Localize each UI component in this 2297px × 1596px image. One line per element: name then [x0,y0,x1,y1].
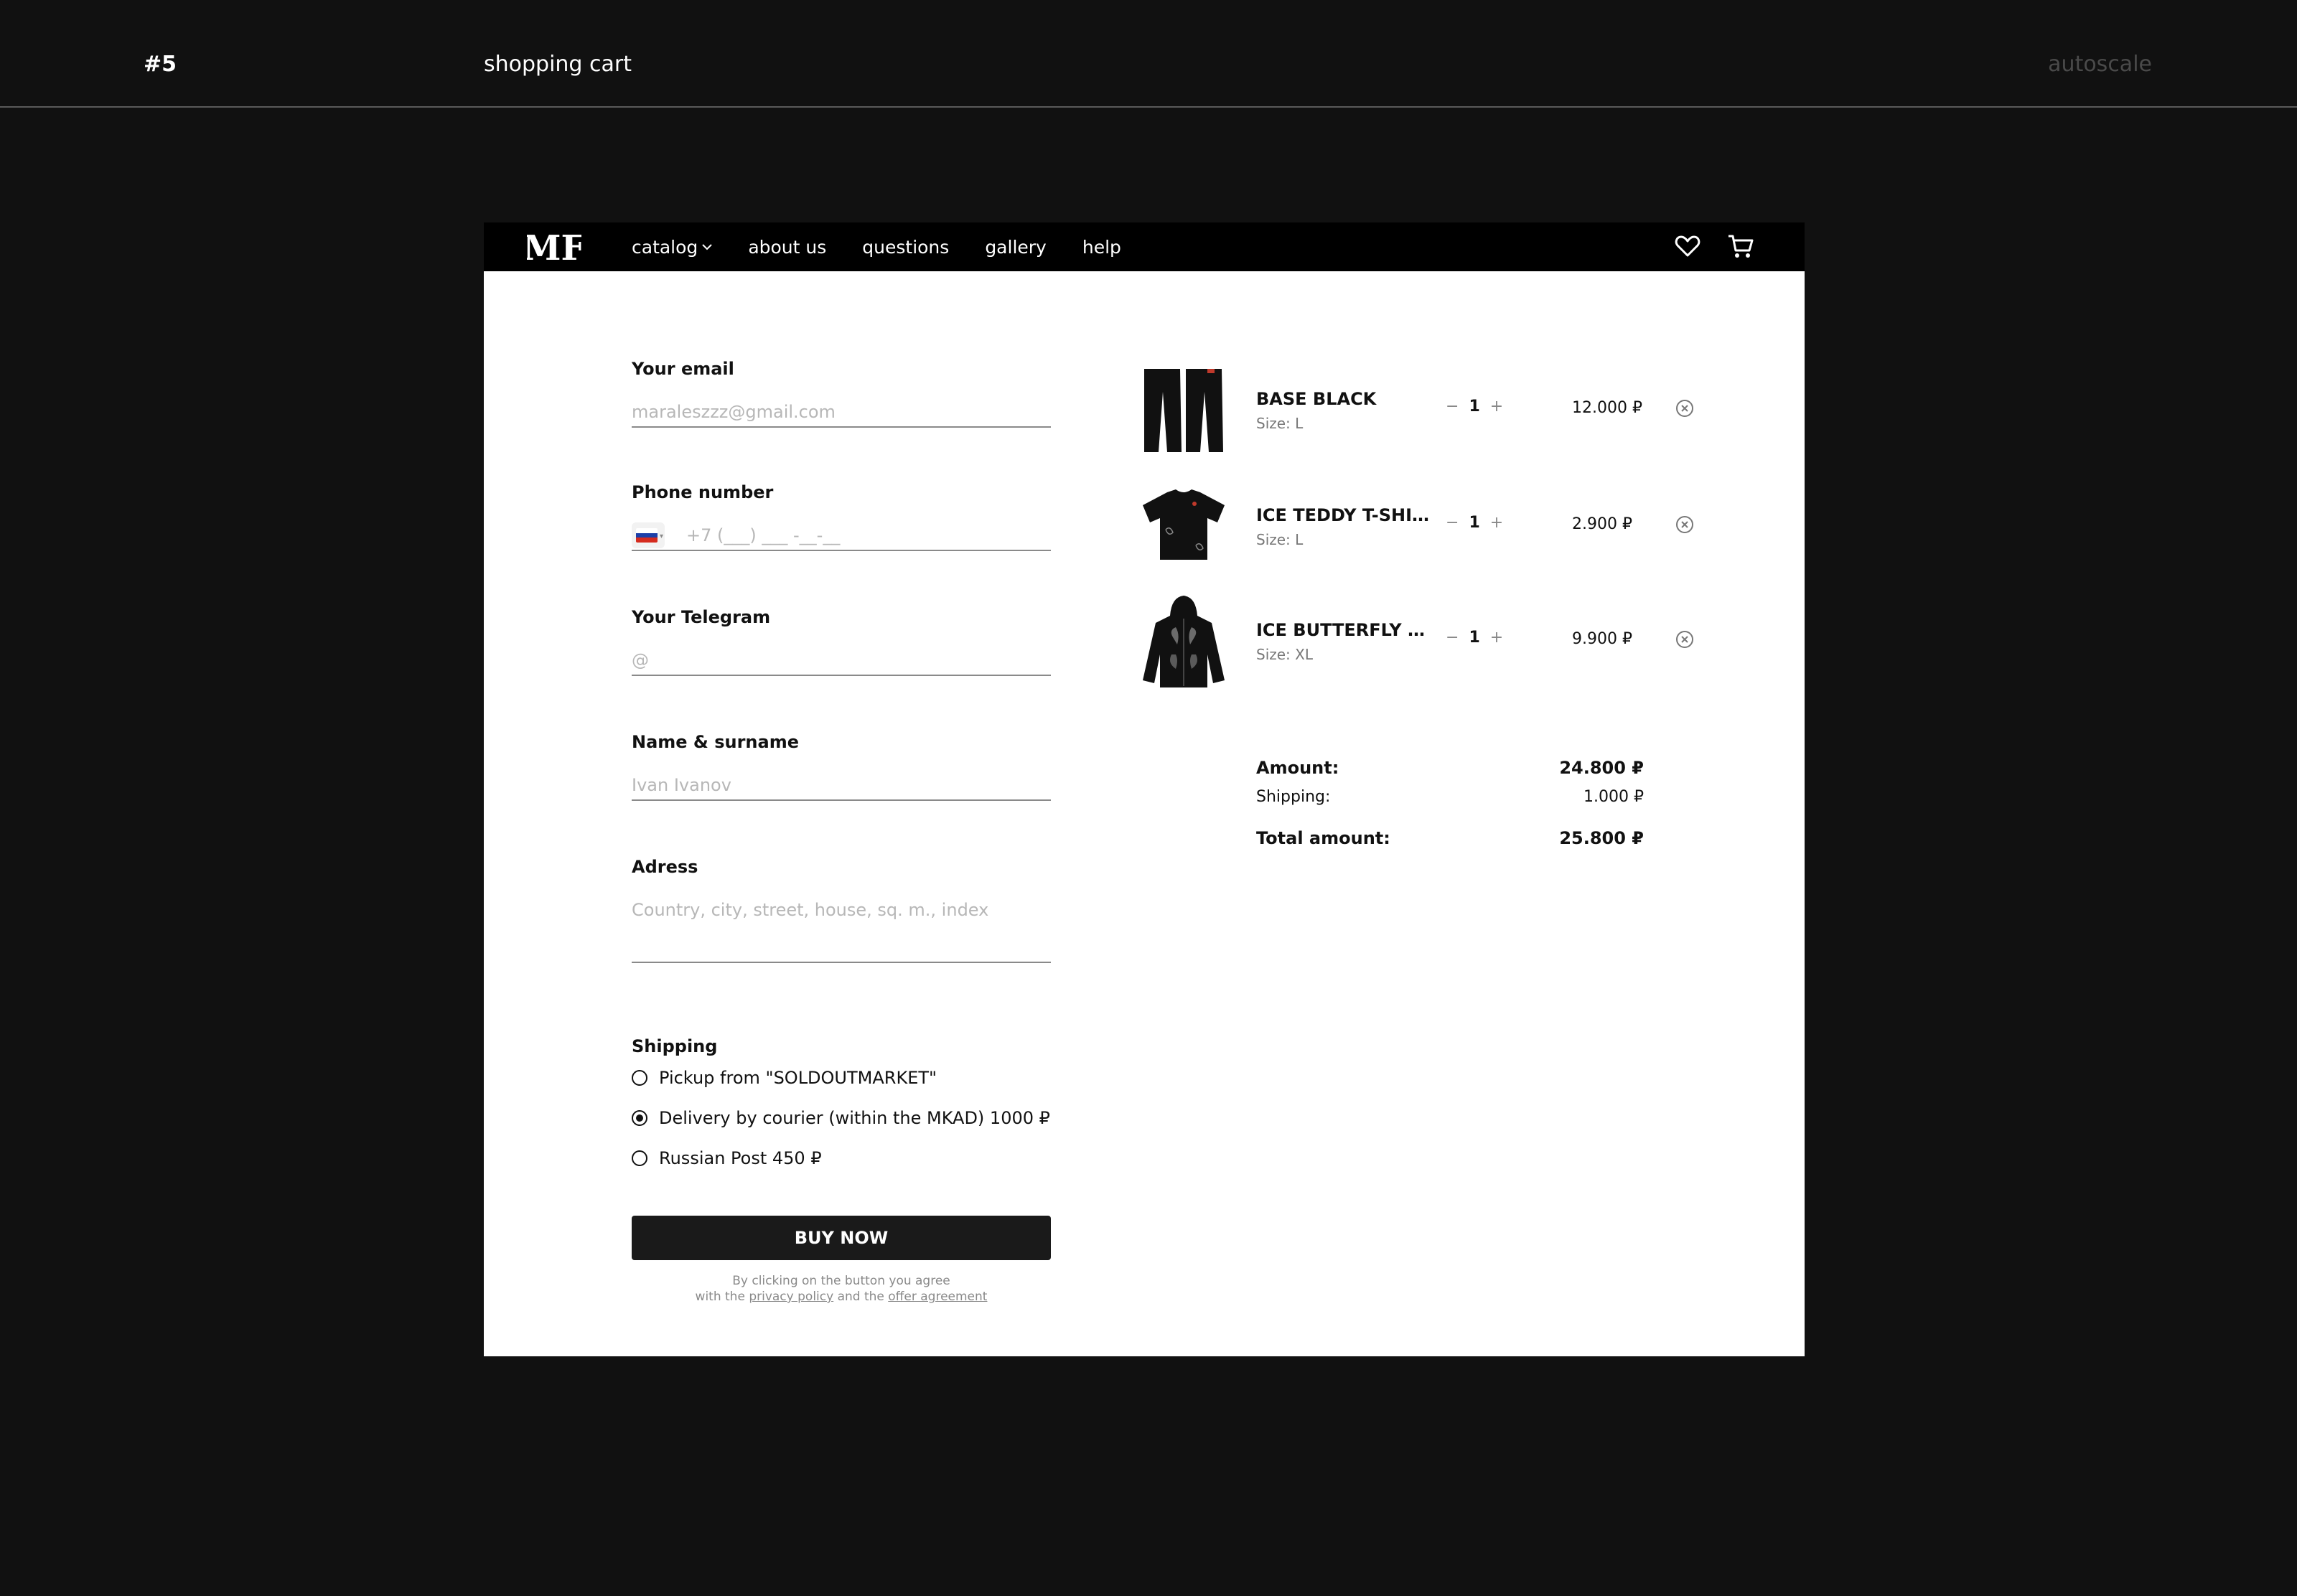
nav-questions[interactable]: questions [862,237,949,258]
item-quantity: 1 [1469,398,1480,416]
agreement-and: and the [837,1290,884,1304]
plus-icon[interactable]: + [1490,629,1503,647]
caret-down-icon: ▾ [659,532,663,540]
quantity-stepper: − 1 + [1446,629,1503,647]
plus-icon[interactable]: + [1490,398,1503,416]
telegram-label: Your Telegram [632,607,771,627]
shipping-option-post[interactable]: Russian Post 450 ₽ [632,1148,822,1168]
chevron-down-icon [702,244,713,250]
slide-tag: autoscale [2048,52,2152,77]
amount-label: Amount: [1256,758,1339,778]
name-field[interactable] [632,771,1051,799]
cart-item: ICE BUTTERFLY I... Size: XL − 1 + 9.900 … [1140,594,1714,687]
email-field[interactable] [632,398,1051,426]
amount-row: Amount: 24.800 ₽ [1256,758,1644,778]
shipping-option-label: Delivery by courier (within the MKAD) 10… [659,1108,1050,1128]
telegram-field[interactable] [632,646,1051,675]
total-label: Total amount: [1256,828,1390,848]
quantity-stepper: − 1 + [1446,514,1503,532]
item-price: 12.000 ₽ [1572,399,1642,417]
address-field-wrap [632,896,1051,963]
heart-icon[interactable] [1673,231,1703,261]
item-name: ICE BUTTERFLY I... [1256,620,1430,640]
address-label: Adress [632,857,698,877]
item-size: Size: L [1256,531,1304,548]
phone-label: Phone number [632,482,774,502]
quantity-stepper: − 1 + [1446,398,1503,416]
remove-item-icon[interactable] [1675,399,1694,418]
privacy-policy-link[interactable]: privacy policy [749,1290,833,1304]
svg-text:MF: MF [527,228,581,268]
minus-icon[interactable]: − [1446,398,1459,416]
item-name: BASE BLACK [1256,389,1377,409]
item-quantity: 1 [1469,514,1480,532]
email-field-wrap [632,398,1051,428]
shipping-row: Shipping: 1.000 ₽ [1256,788,1644,806]
radio-button[interactable] [632,1070,647,1086]
remove-item-icon[interactable] [1675,515,1694,534]
slide-title: shopping cart [484,52,632,77]
shipping-label: Shipping [632,1036,718,1056]
nav-about[interactable]: about us [748,237,826,258]
name-label: Name & surname [632,732,799,752]
item-name: ICE TEDDY T-SHIRT [1256,505,1430,525]
russia-flag-icon [636,528,658,543]
email-label: Your email [632,359,734,379]
shipping-cost-label: Shipping: [1256,788,1331,806]
radio-button-selected[interactable] [632,1110,647,1126]
shop-window: MF catalog about us questions gallery he… [484,222,1805,1356]
plus-icon[interactable]: + [1490,514,1503,532]
nav-help[interactable]: help [1082,237,1121,258]
black-tshirt-thumbnail [1143,489,1225,560]
shipping-cost-value: 1.000 ₽ [1583,788,1644,806]
amount-value: 24.800 ₽ [1559,758,1644,778]
presentation-header: #5 shopping cart autoscale [0,0,2297,108]
black-pants-thumbnail [1144,369,1223,452]
radio-button[interactable] [632,1150,647,1166]
cart-item: ICE TEDDY T-SHIRT Size: L − 1 + 2.900 ₽ [1140,479,1714,573]
buy-now-button[interactable]: BUY NOW [632,1216,1051,1260]
cart-item: BASE BLACK Size: L − 1 + 12.000 ₽ [1140,363,1714,456]
shipping-option-pickup[interactable]: Pickup from "SOLDOUTMARKET" [632,1068,937,1088]
item-size: Size: XL [1256,646,1313,663]
agreement-line-2: with the privacy policy and the offer ag… [632,1289,1051,1305]
phone-field-wrap: ▾ [632,521,1051,551]
telegram-field-wrap [632,646,1051,676]
shipping-option-courier[interactable]: Delivery by courier (within the MKAD) 10… [632,1108,1050,1128]
slide-number: #5 [144,52,177,77]
country-select[interactable]: ▾ [632,522,665,548]
shipping-option-label: Pickup from "SOLDOUTMARKET" [659,1068,937,1088]
minus-icon[interactable]: − [1446,629,1459,647]
offer-agreement-link[interactable]: offer agreement [888,1290,987,1304]
item-quantity: 1 [1469,629,1480,647]
shipping-option-label: Russian Post 450 ₽ [659,1148,822,1168]
nav-icons [1673,231,1756,261]
item-size: Size: L [1256,415,1304,432]
minus-icon[interactable]: − [1446,514,1459,532]
nav-catalog-label: catalog [632,236,698,258]
nav-links: catalog about us questions gallery help [632,222,1121,271]
total-value: 25.800 ₽ [1559,828,1644,848]
top-nav: MF catalog about us questions gallery he… [484,222,1805,271]
agreement-with: with the [695,1290,745,1304]
nav-catalog[interactable]: catalog [632,236,713,258]
address-field[interactable] [632,896,1051,924]
black-hoodie-thumbnail [1143,596,1225,687]
item-price: 2.900 ₽ [1572,515,1632,533]
name-field-wrap [632,771,1051,801]
phone-field[interactable] [686,521,1051,550]
agreement-line-1: By clicking on the button you agree [732,1274,950,1288]
brand-logo[interactable]: MF [527,225,581,268]
remove-item-icon[interactable] [1675,630,1694,649]
cart-icon[interactable] [1726,231,1756,261]
agreement-note: By clicking on the button you agree with… [632,1273,1051,1305]
total-row: Total amount: 25.800 ₽ [1256,828,1644,848]
item-price: 9.900 ₽ [1572,630,1632,648]
nav-gallery[interactable]: gallery [985,237,1047,258]
